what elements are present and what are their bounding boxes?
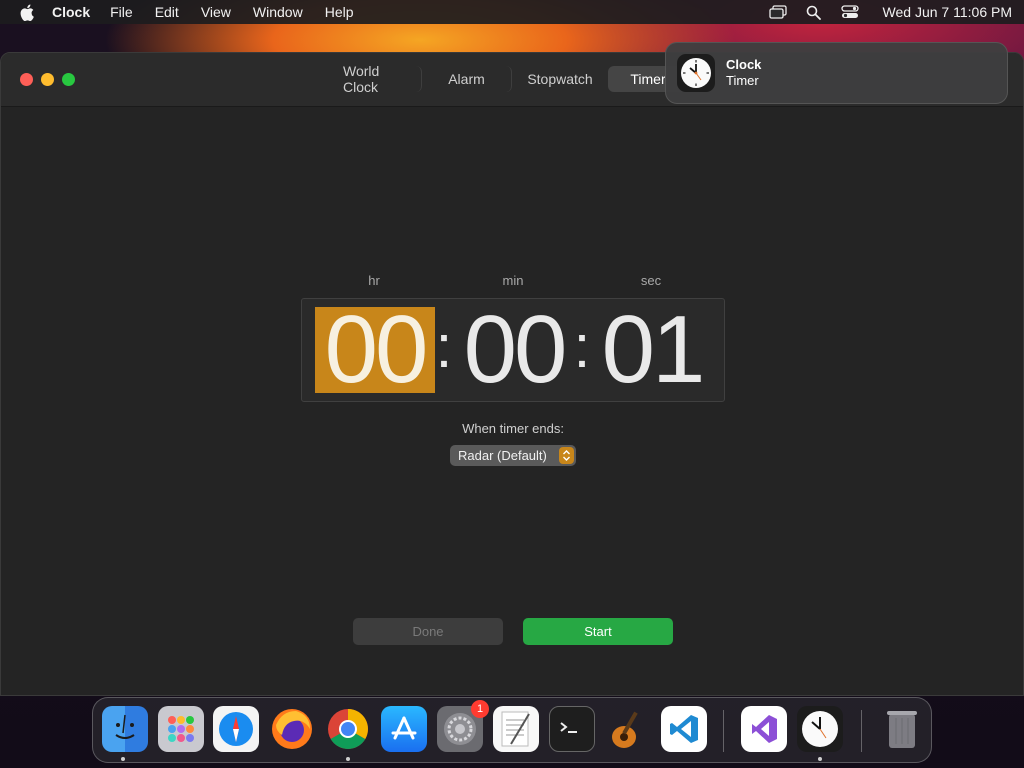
time-separator: : — [573, 313, 591, 380]
running-indicator — [121, 757, 125, 761]
apple-menu-icon[interactable] — [16, 2, 38, 22]
notification-title: Clock — [726, 57, 762, 72]
fullscreen-window-button[interactable] — [62, 73, 75, 86]
launchpad-icon[interactable] — [158, 706, 204, 752]
hours-field[interactable]: 00 — [315, 302, 435, 398]
clock-icon[interactable] — [797, 706, 843, 752]
done-button[interactable]: Done — [353, 618, 503, 645]
notification-banner[interactable]: Clock Timer — [665, 42, 1008, 104]
menu-view[interactable]: View — [201, 4, 231, 20]
tab-stopwatch[interactable]: Stopwatch — [512, 66, 608, 92]
tab-world-clock[interactable]: World Clock — [334, 63, 422, 95]
terminal-icon[interactable] — [549, 706, 595, 752]
chevron-up-down-icon — [559, 447, 574, 464]
menu-bar: Clock File Edit View Window Help Wed Jun… — [0, 0, 1024, 24]
timer-duration-picker: 00 : 00 : 01 — [301, 298, 725, 402]
notification-body: Timer — [726, 73, 759, 88]
menu-help[interactable]: Help — [325, 4, 354, 20]
seconds-field[interactable]: 01 — [592, 302, 712, 398]
vscode-icon[interactable] — [661, 706, 707, 752]
menu-file[interactable]: File — [110, 4, 133, 20]
tab-alarm[interactable]: Alarm — [422, 66, 512, 92]
app-store-icon[interactable] — [381, 706, 427, 752]
seconds-unit-label: sec — [640, 273, 662, 288]
when-timer-ends-label: When timer ends: — [462, 421, 564, 436]
chrome-icon[interactable] — [325, 706, 371, 752]
safari-icon[interactable] — [213, 706, 259, 752]
timer-sound-value: Radar (Default) — [458, 448, 547, 463]
running-indicator — [346, 757, 350, 761]
menu-edit[interactable]: Edit — [155, 4, 179, 20]
time-separator: : — [435, 313, 453, 380]
menu-window[interactable]: Window — [253, 4, 303, 20]
minutes-field[interactable]: 00 — [454, 302, 574, 398]
dock: 1 — [92, 697, 932, 763]
clock-tabs: World Clock Alarm Stopwatch Timer — [334, 63, 688, 95]
notification-text: Clock Timer — [726, 57, 761, 89]
minimize-window-button[interactable] — [41, 73, 54, 86]
spotlight-search-icon[interactable] — [805, 4, 823, 20]
garageband-icon[interactable] — [605, 706, 651, 752]
firefox-icon[interactable] — [269, 706, 315, 752]
close-window-button[interactable] — [20, 73, 33, 86]
menubar-datetime[interactable]: Wed Jun 7 11:06 PM — [883, 4, 1012, 20]
trash-icon[interactable] — [879, 706, 925, 752]
window-controls — [20, 73, 75, 86]
screen-mirroring-icon[interactable] — [768, 4, 787, 20]
textedit-icon[interactable] — [493, 706, 539, 752]
notification-badge: 1 — [471, 700, 489, 718]
dock-separator — [723, 710, 724, 752]
timer-sound-select[interactable]: Radar (Default) — [450, 445, 576, 466]
minutes-unit-label: min — [502, 273, 524, 288]
control-center-icon[interactable] — [840, 4, 859, 20]
finder-icon[interactable] — [102, 706, 148, 752]
visual-studio-icon[interactable] — [741, 706, 787, 752]
clock-window: World Clock Alarm Stopwatch Timer hr min… — [0, 52, 1024, 696]
start-button[interactable]: Start — [523, 618, 673, 645]
running-indicator — [818, 757, 822, 761]
hours-unit-label: hr — [368, 273, 380, 288]
dock-separator — [861, 710, 862, 752]
menu-app-name[interactable]: Clock — [52, 4, 90, 20]
system-settings-icon[interactable]: 1 — [437, 700, 489, 752]
clock-app-icon — [677, 54, 715, 92]
